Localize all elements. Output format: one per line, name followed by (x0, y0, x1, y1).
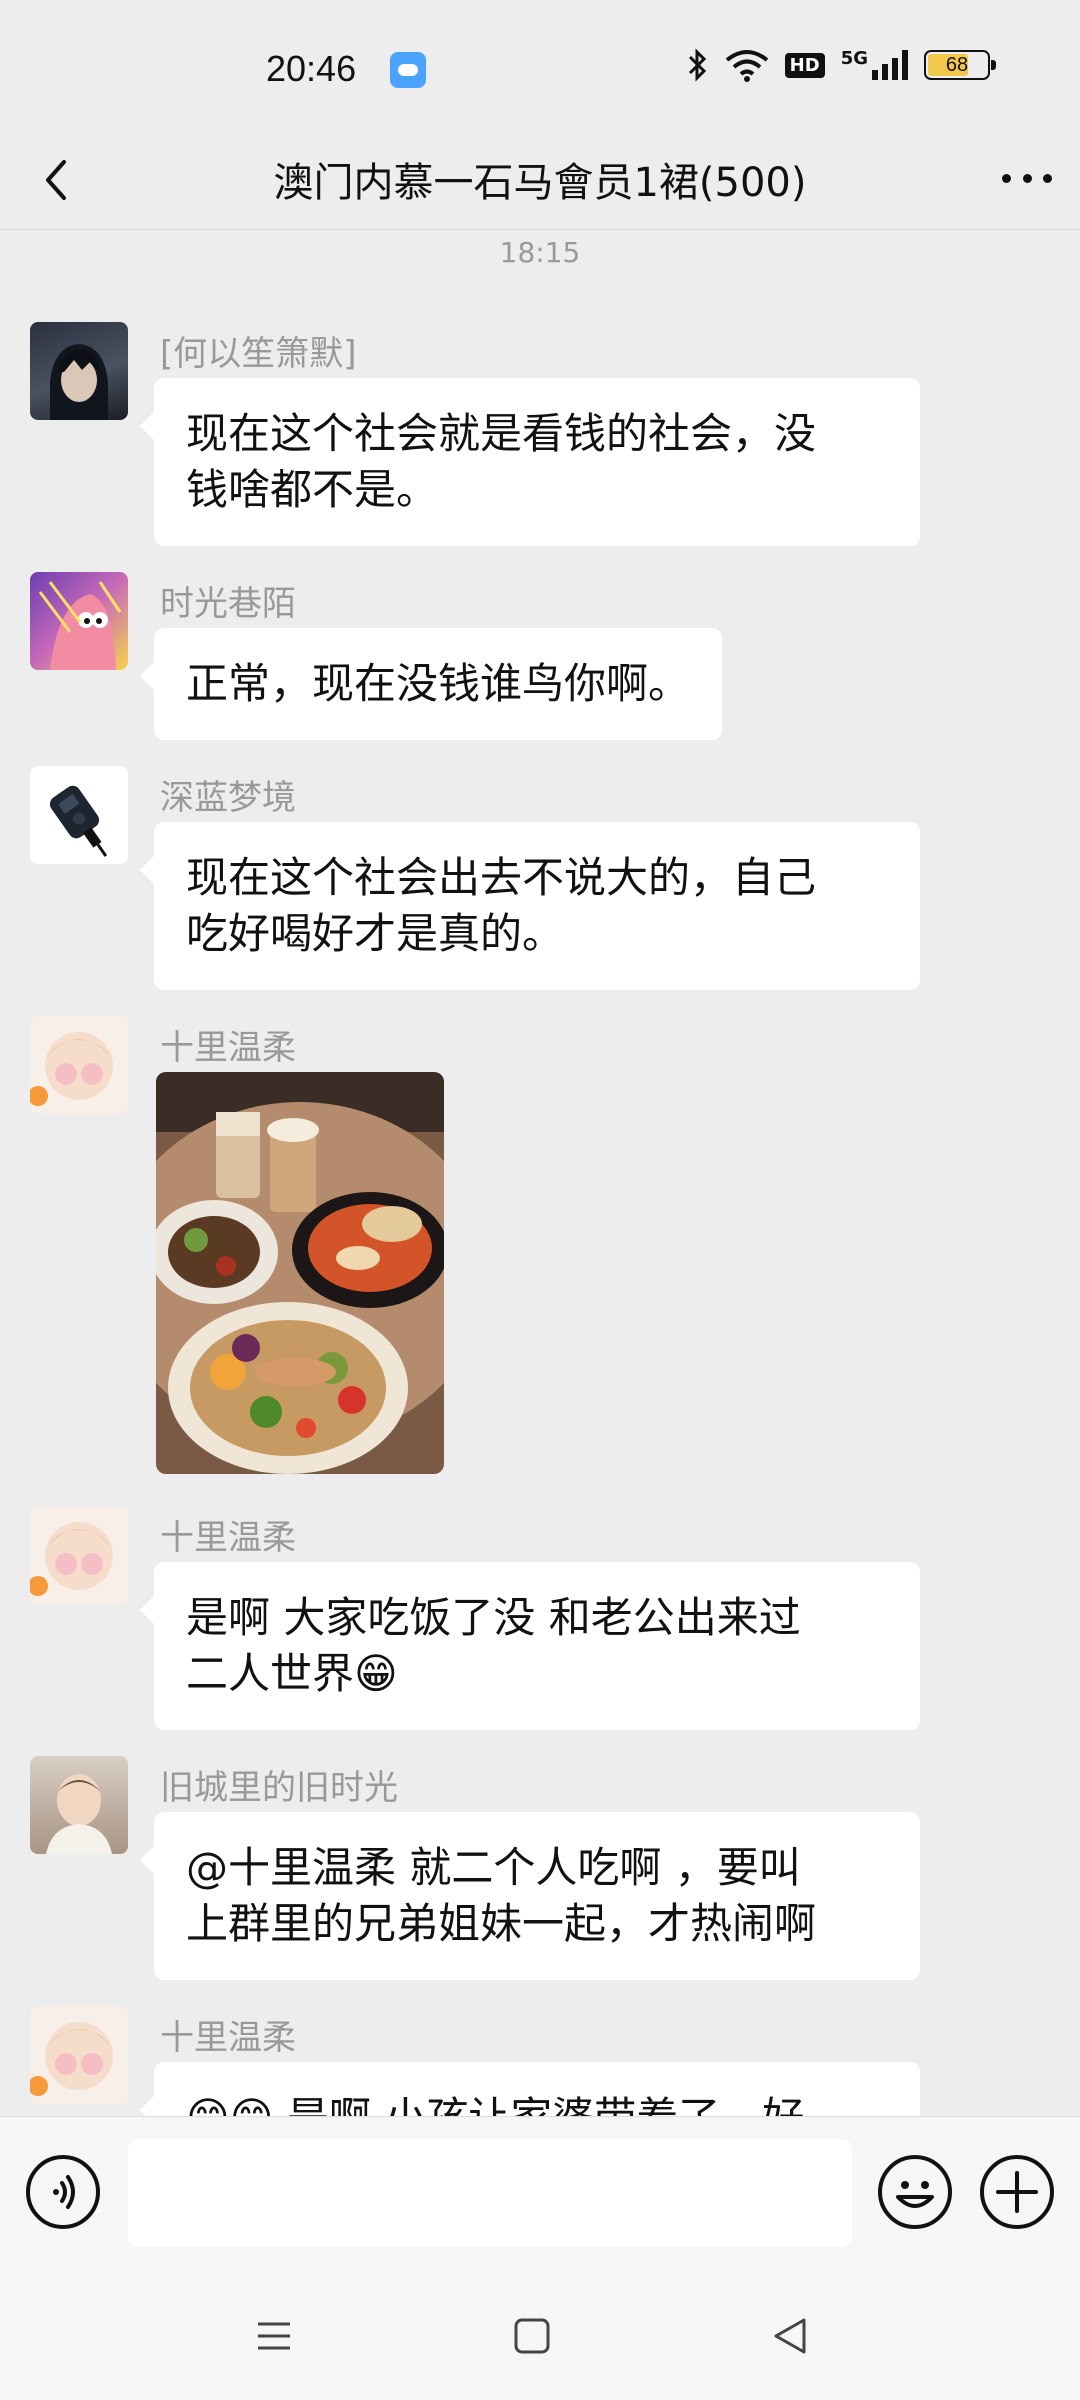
emoji-button[interactable] (878, 2155, 952, 2229)
signal-icon (872, 50, 908, 80)
message-bubble[interactable]: 现在这个社会就是看钱的社会，没 钱啥都不是。 (140, 378, 920, 546)
status-time: 20:46 (266, 48, 357, 89)
sender-name: 十里温柔 (160, 1518, 296, 1558)
input-bar (0, 2116, 1080, 2272)
more-functions-button[interactable] (980, 2155, 1054, 2229)
sender-name: 旧城里的旧时光 (160, 1768, 398, 1808)
battery-level: 68 (945, 54, 969, 76)
chat-header: 澳门内慕一石马會员1裙(500) (0, 130, 1080, 230)
sender-name: 时光巷陌 (160, 584, 296, 624)
more-options-button[interactable] (1002, 170, 1052, 186)
status-indicators: HD 5G 68 (687, 48, 996, 82)
sender-name: 十里温柔 (160, 1028, 296, 1068)
message-item: 十里温柔 是啊 大家吃饭了没 和老公出来过 二人世界😁 (0, 1506, 1080, 1736)
message-item: [何以笙箫默] 现在这个社会就是看钱的社会，没 钱啥都不是。 (0, 322, 1080, 552)
avatar[interactable] (30, 766, 128, 864)
message-item: 旧城里的旧时光 @十里温柔 就二个人吃啊 ，要叫 上群里的兄弟姐妹一起，才热闹啊 (0, 1756, 1080, 1986)
menu-icon[interactable] (252, 2314, 296, 2358)
message-timestamp: 18:15 (499, 236, 581, 269)
message-bubble[interactable]: 正常，现在没钱谁鸟你啊。 (139, 628, 723, 740)
avatar[interactable] (30, 1756, 128, 1854)
chat-screen: 20:46 HD 5G 68 澳门内慕一石马會员1裙(500) 18:15 [何… (0, 0, 1080, 2400)
sender-name: 深蓝梦境 (160, 778, 296, 818)
message-input[interactable] (128, 2139, 852, 2247)
home-icon[interactable] (510, 2314, 554, 2358)
system-navigation-bar (0, 2272, 1080, 2400)
hd-badge: HD (784, 52, 825, 78)
battery-icon: 68 (924, 50, 996, 80)
chat-title: 澳门内慕一石马會员1裙(500) (273, 160, 807, 206)
sender-name: 十里温柔 (160, 2018, 296, 2058)
message-item: 时光巷陌 正常，现在没钱谁鸟你啊。 (0, 572, 1080, 742)
status-bar: 20:46 HD 5G 68 (0, 0, 1080, 130)
bluetooth-icon (688, 48, 706, 82)
message-item: 十里温柔 (0, 1016, 1080, 1486)
message-item: 深蓝梦境 现在这个社会出去不说大的，自己 吃好喝好才是真的。 (0, 766, 1080, 996)
sender-name: [何以笙箫默] (160, 334, 357, 374)
back-triangle-icon[interactable] (768, 2314, 812, 2358)
emoji-icon (896, 2181, 934, 2208)
avatar[interactable] (30, 1016, 128, 1114)
message-item: 十里温柔 😊😊 是啊 小孩让家婆带着了，好 (0, 2006, 1080, 2116)
avatar[interactable] (30, 2006, 128, 2104)
network-type: 5G (840, 48, 868, 69)
weather-icon (390, 52, 426, 88)
message-bubble[interactable]: 是啊 大家吃饭了没 和老公出来过 二人世界😁 (140, 1562, 920, 1730)
plus-icon (996, 2171, 1038, 2213)
voice-input-button[interactable] (26, 2155, 100, 2229)
avatar[interactable] (30, 572, 128, 670)
avatar[interactable] (30, 1506, 128, 1604)
wifi-icon (725, 50, 768, 82)
shared-photo[interactable] (156, 1072, 444, 1474)
avatar[interactable] (30, 322, 128, 420)
message-bubble[interactable]: @十里温柔 就二个人吃啊 ，要叫 上群里的兄弟姐妹一起，才热闹啊 (140, 1812, 920, 1980)
message-bubble[interactable]: 😊😊 是啊 小孩让家婆带着了，好 (140, 2062, 920, 2116)
voice-icon (53, 2175, 75, 2209)
message-bubble[interactable]: 现在这个社会出去不说大的，自己 吃好喝好才是真的。 (140, 822, 920, 990)
